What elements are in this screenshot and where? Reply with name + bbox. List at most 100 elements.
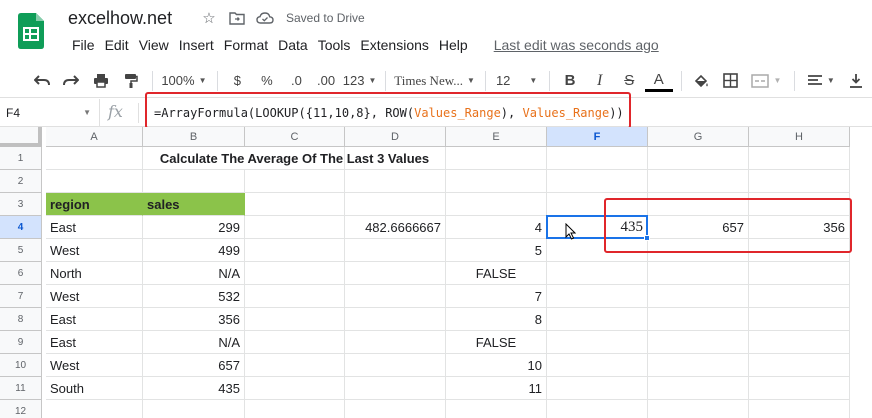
cell-e10[interactable]: 10 [446,354,547,377]
row-header-10[interactable]: 10 [0,354,42,377]
column-header-a[interactable]: A [46,127,143,147]
row-header-12[interactable]: 12 [0,400,42,418]
cell-g2[interactable] [648,170,749,193]
cell-d4[interactable]: 482.6666667 [345,216,446,239]
cell-a1[interactable] [46,147,143,170]
cell-d10[interactable] [345,354,446,377]
strikethrough-button[interactable]: S [615,69,643,93]
cell-d2[interactable] [345,170,446,193]
cell-d11[interactable] [345,377,446,400]
row-header-8[interactable]: 8 [0,308,42,331]
cell-c2[interactable] [245,170,345,193]
name-box[interactable]: F4 ▼ [0,99,100,127]
cell-d8[interactable] [345,308,446,331]
cell-g1[interactable] [648,147,749,170]
cell-b2[interactable] [143,170,245,193]
menu-format[interactable]: Format [219,37,273,53]
cell-f12[interactable] [547,400,648,418]
increase-decimal-button[interactable]: .00 [312,69,340,93]
column-header-h[interactable]: H [749,127,850,147]
cell-f11[interactable] [547,377,648,400]
cell-f8[interactable] [547,308,648,331]
cell-b9[interactable]: N/A [143,331,245,354]
cell-g12[interactable] [648,400,749,418]
cell-h10[interactable] [749,354,850,377]
cell-g8[interactable] [648,308,749,331]
cell-h9[interactable] [749,331,850,354]
column-header-g[interactable]: G [648,127,749,147]
cell-e8[interactable]: 8 [446,308,547,331]
more-formats-button[interactable]: 123 ▼ [342,69,377,93]
borders-icon[interactable] [717,69,745,93]
cell-h7[interactable] [749,285,850,308]
row-header-1[interactable]: 1 [0,147,42,170]
cell-e2[interactable] [446,170,547,193]
menu-insert[interactable]: Insert [174,37,219,53]
undo-icon[interactable] [28,69,56,93]
cell-c8[interactable] [245,308,345,331]
cell-f6[interactable] [547,262,648,285]
row-header-9[interactable]: 9 [0,331,42,354]
row-header-4[interactable]: 4 [0,216,42,239]
cell-b3[interactable]: sales [143,193,245,216]
menu-data[interactable]: Data [273,37,313,53]
cell-e3[interactable] [446,193,547,216]
cloud-saved-icon[interactable] [256,9,274,27]
cell-e1[interactable] [446,147,547,170]
row-header-6[interactable]: 6 [0,262,42,285]
cell-h2[interactable] [749,170,850,193]
cell-h1[interactable] [749,147,850,170]
cell-a7[interactable]: West [46,285,143,308]
cell-a8[interactable]: East [46,308,143,331]
cell-b7[interactable]: 532 [143,285,245,308]
bold-button[interactable]: B [556,69,584,93]
fill-color-icon[interactable] [688,69,716,93]
vertical-align-icon[interactable] [843,69,871,93]
cell-d3[interactable] [345,193,446,216]
cell-g9[interactable] [648,331,749,354]
last-edit-link[interactable]: Last edit was seconds ago [489,37,664,53]
zoom-select[interactable]: 100% ▼ [159,69,208,93]
cell-e5[interactable]: 5 [446,239,547,262]
cell-d5[interactable] [345,239,446,262]
percent-button[interactable]: % [253,69,281,93]
cell-h12[interactable] [749,400,850,418]
row-header-3[interactable]: 3 [0,193,42,216]
merge-cells-icon[interactable]: ▼ [747,69,786,93]
redo-icon[interactable] [58,69,86,93]
cell-a6[interactable]: North [46,262,143,285]
cell-e6[interactable]: FALSE [446,262,547,285]
cell-g11[interactable] [648,377,749,400]
cell-c5[interactable] [245,239,345,262]
text-color-button[interactable]: A [645,70,673,92]
cell-c10[interactable] [245,354,345,377]
cell-d9[interactable] [345,331,446,354]
cell-c6[interactable] [245,262,345,285]
cell-e4[interactable]: 4 [446,216,547,239]
cell-a3[interactable]: region [46,193,143,216]
column-header-d[interactable]: D [345,127,446,147]
sheets-logo-icon[interactable] [18,13,44,49]
cell-f1[interactable] [547,147,648,170]
cell-e7[interactable]: 7 [446,285,547,308]
column-header-b[interactable]: B [143,127,245,147]
document-title[interactable]: excelhow.net [68,8,172,29]
decrease-decimal-button[interactable]: .0 [283,69,311,93]
cell-h11[interactable] [749,377,850,400]
cell-b11[interactable]: 435 [143,377,245,400]
cell-a10[interactable]: West [46,354,143,377]
paint-format-icon[interactable] [117,69,145,93]
column-header-f[interactable]: F [547,127,648,147]
cell-f2[interactable] [547,170,648,193]
row-header-7[interactable]: 7 [0,285,42,308]
cell-d7[interactable] [345,285,446,308]
cell-c4[interactable] [245,216,345,239]
cell-b4[interactable]: 299 [143,216,245,239]
column-header-c[interactable]: C [245,127,345,147]
move-folder-icon[interactable] [228,9,246,27]
print-icon[interactable] [87,69,115,93]
cell-e9[interactable]: FALSE [446,331,547,354]
menu-view[interactable]: View [134,37,174,53]
menu-extensions[interactable]: Extensions [355,37,433,53]
star-icon[interactable]: ☆ [200,9,218,27]
